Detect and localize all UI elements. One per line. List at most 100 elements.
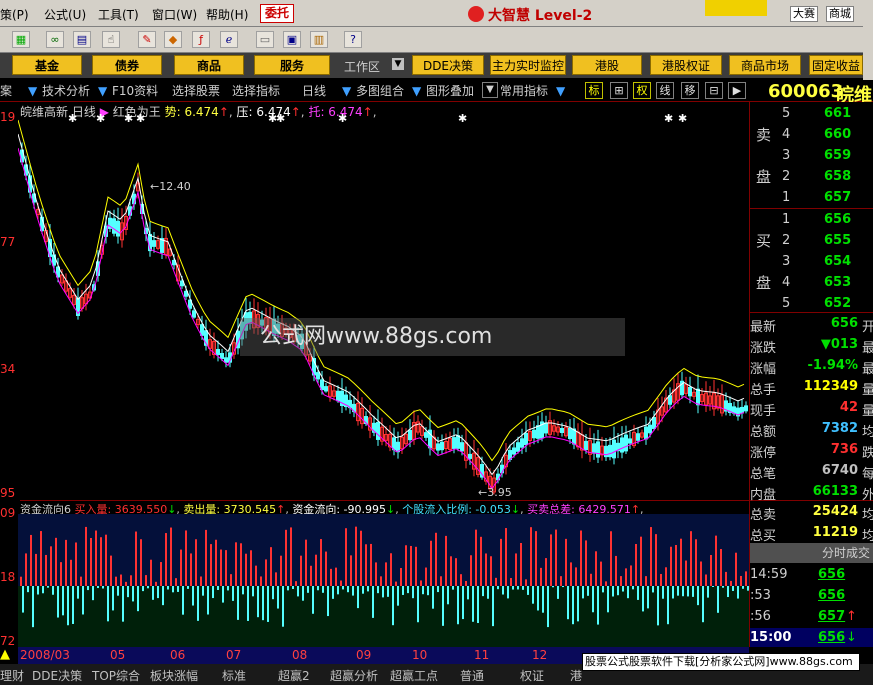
svg-text:✱: ✱: [276, 112, 285, 125]
buy-level-row[interactable]: 1 656: [750, 210, 873, 231]
tick-arrow: ↓: [846, 630, 857, 645]
bottom-tab[interactable]: 普通: [460, 667, 484, 684]
tick-time: 15:00: [750, 630, 792, 645]
menu-help[interactable]: 帮助(H): [206, 6, 248, 23]
quote-row: 涨幅 -1.94% 最: [750, 356, 873, 377]
print-icon[interactable]: ▭: [256, 31, 274, 48]
workspace-label: 工作区: [344, 60, 381, 74]
quote-row: 最新 656 开: [750, 314, 873, 335]
bottom-tab[interactable]: TOP综合: [92, 667, 140, 684]
sell-level-row[interactable]: 3 659: [750, 146, 873, 167]
quote-value: 736: [830, 442, 858, 457]
buy-level-row[interactable]: 2 655: [750, 231, 873, 252]
bottom-tab[interactable]: 板块涨幅: [150, 667, 198, 684]
grid-icon[interactable]: ⊞: [610, 82, 628, 99]
total-value: 11219: [812, 525, 858, 540]
fund-flow-chart[interactable]: 资金流向6 买入量: 3639.550↓, 卖出量: 3730.545↑, 资金…: [0, 500, 749, 648]
tab-f10[interactable]: F10资料: [112, 82, 158, 100]
chevron-down-icon[interactable]: ▼: [482, 82, 498, 98]
quote-label: 现手: [750, 404, 777, 419]
window-toggle-icon[interactable]: ⊟: [705, 82, 723, 99]
menu-policy[interactable]: 策(P): [0, 6, 29, 23]
bottom-tab[interactable]: DDE决策: [32, 667, 82, 684]
tab-weight[interactable]: 权: [633, 82, 651, 99]
svg-text:✱: ✱: [136, 112, 145, 125]
quote-value: 112349: [803, 379, 858, 394]
quote-value: 66133: [812, 484, 858, 499]
buy-level-row[interactable]: 5 652: [750, 294, 873, 315]
nav-bond-button[interactable]: 债券: [92, 55, 162, 75]
nav-hk-warrant-button[interactable]: 港股权证: [650, 55, 722, 75]
sell-level-row[interactable]: 1 657: [750, 188, 873, 209]
level-num: 1: [782, 212, 791, 227]
menu-formula[interactable]: 公式(U): [44, 6, 86, 23]
workspace-dropdown-icon[interactable]: ▼: [392, 58, 404, 70]
dropdown-icon: ▼: [556, 84, 566, 98]
menu-window[interactable]: 窗口(W): [152, 6, 197, 23]
quote-label: 总手: [750, 383, 777, 398]
binoculars-icon[interactable]: ∞: [46, 31, 64, 48]
tab-select-stock[interactable]: 选择股票: [172, 82, 220, 100]
circle-e-icon[interactable]: ℯ: [220, 31, 238, 48]
tab-mark[interactable]: 标: [585, 82, 603, 99]
books-icon[interactable]: ▥: [310, 31, 328, 48]
nav-service-button[interactable]: 服务: [254, 55, 330, 75]
bottom-tab[interactable]: 超赢分析: [330, 667, 378, 684]
multi-window-icon[interactable]: ▤: [73, 31, 91, 48]
quote-row: 总手 112349 量: [750, 377, 873, 398]
tab-overlay[interactable]: 图形叠加: [426, 82, 474, 100]
nav-fund-button[interactable]: 基金: [12, 55, 82, 75]
kline-chart[interactable]: 皖维高新 日线 ▶ 红色为王 势: 6.474↑, 压: 6.474↑, 托: …: [0, 102, 749, 500]
quote-row: 总笔 6740 每: [750, 461, 873, 482]
diamond-icon[interactable]: ◆: [164, 31, 182, 48]
news-icon[interactable]: ✎: [138, 31, 156, 48]
bottom-tab[interactable]: 超赢工点: [390, 667, 438, 684]
nav-monitor-button[interactable]: 主力实时监控: [490, 55, 566, 75]
tab-plan[interactable]: 案: [0, 82, 12, 100]
nav-hk-button[interactable]: 港股: [572, 55, 642, 75]
tab-tech[interactable]: 技术分析: [42, 82, 90, 100]
mall-button[interactable]: 商城: [826, 6, 854, 22]
svg-text:✱: ✱: [678, 112, 687, 125]
tab-common-indicator[interactable]: 常用指标: [500, 82, 548, 100]
circle-f-icon[interactable]: ƒ: [192, 31, 210, 48]
nav-commodity-button[interactable]: 商品: [174, 55, 244, 75]
bottom-tab[interactable]: 理财: [0, 667, 24, 684]
brand-logo-icon: [468, 6, 484, 22]
play-icon[interactable]: ▶: [728, 82, 746, 99]
nav-commodity-market-button[interactable]: 商品市场: [729, 55, 801, 75]
buy-level-row[interactable]: 3 654: [750, 252, 873, 273]
footer-ad[interactable]: 股票公式股票软件下载[分析家公式网]www.88gs.com: [582, 653, 860, 671]
nav-bar: 基金 债券 商品 服务 工作区 ▼ DDE决策 主力实时监控 港股 港股权证 商…: [0, 53, 863, 78]
sell-price: 660: [824, 127, 852, 142]
sell-level-row[interactable]: 4 660: [750, 125, 873, 146]
bottom-tab[interactable]: 权证: [520, 667, 544, 684]
tab-select-indicator[interactable]: 选择指标: [232, 82, 280, 100]
menu-tools[interactable]: 工具(T): [98, 6, 139, 23]
y-label: 95: [0, 486, 16, 500]
help-icon[interactable]: ?: [344, 31, 362, 48]
kline-plot: ✱ ✱ ✱ ✱ ✱✱ ✱ ✱ ✱ ✱: [18, 112, 748, 495]
buy-level-row[interactable]: 4 653: [750, 273, 873, 294]
tab-move[interactable]: 移: [681, 82, 699, 99]
sell-level-row[interactable]: 5 661: [750, 104, 873, 125]
nav-fixed-income-button[interactable]: 固定收益: [809, 55, 863, 75]
tick-row: :56 657 ↑: [750, 607, 873, 628]
window-icon[interactable]: ▣: [283, 31, 301, 48]
bottom-tab[interactable]: 标准: [222, 667, 246, 684]
bottom-tab[interactable]: 港: [570, 667, 582, 684]
pointer-icon[interactable]: ☝: [102, 31, 120, 48]
tab-line[interactable]: 线: [656, 82, 674, 99]
sell-level-row[interactable]: 2 658: [750, 167, 873, 188]
ticks-header: 分时成交: [750, 543, 873, 563]
contest-button[interactable]: 大赛: [790, 6, 818, 22]
quote-label: 最新: [750, 320, 777, 335]
quote-tail: 量: [862, 383, 873, 398]
nav-dde-button[interactable]: DDE决策: [412, 55, 484, 75]
stock-code: 600063: [768, 81, 844, 102]
tab-daily[interactable]: 日线: [302, 82, 326, 100]
bottom-tab[interactable]: 超赢2: [278, 667, 310, 684]
tab-multi-chart[interactable]: 多图组合: [356, 82, 404, 100]
market-icon[interactable]: ▦: [12, 31, 30, 48]
entrust-button[interactable]: 委托: [260, 4, 295, 23]
